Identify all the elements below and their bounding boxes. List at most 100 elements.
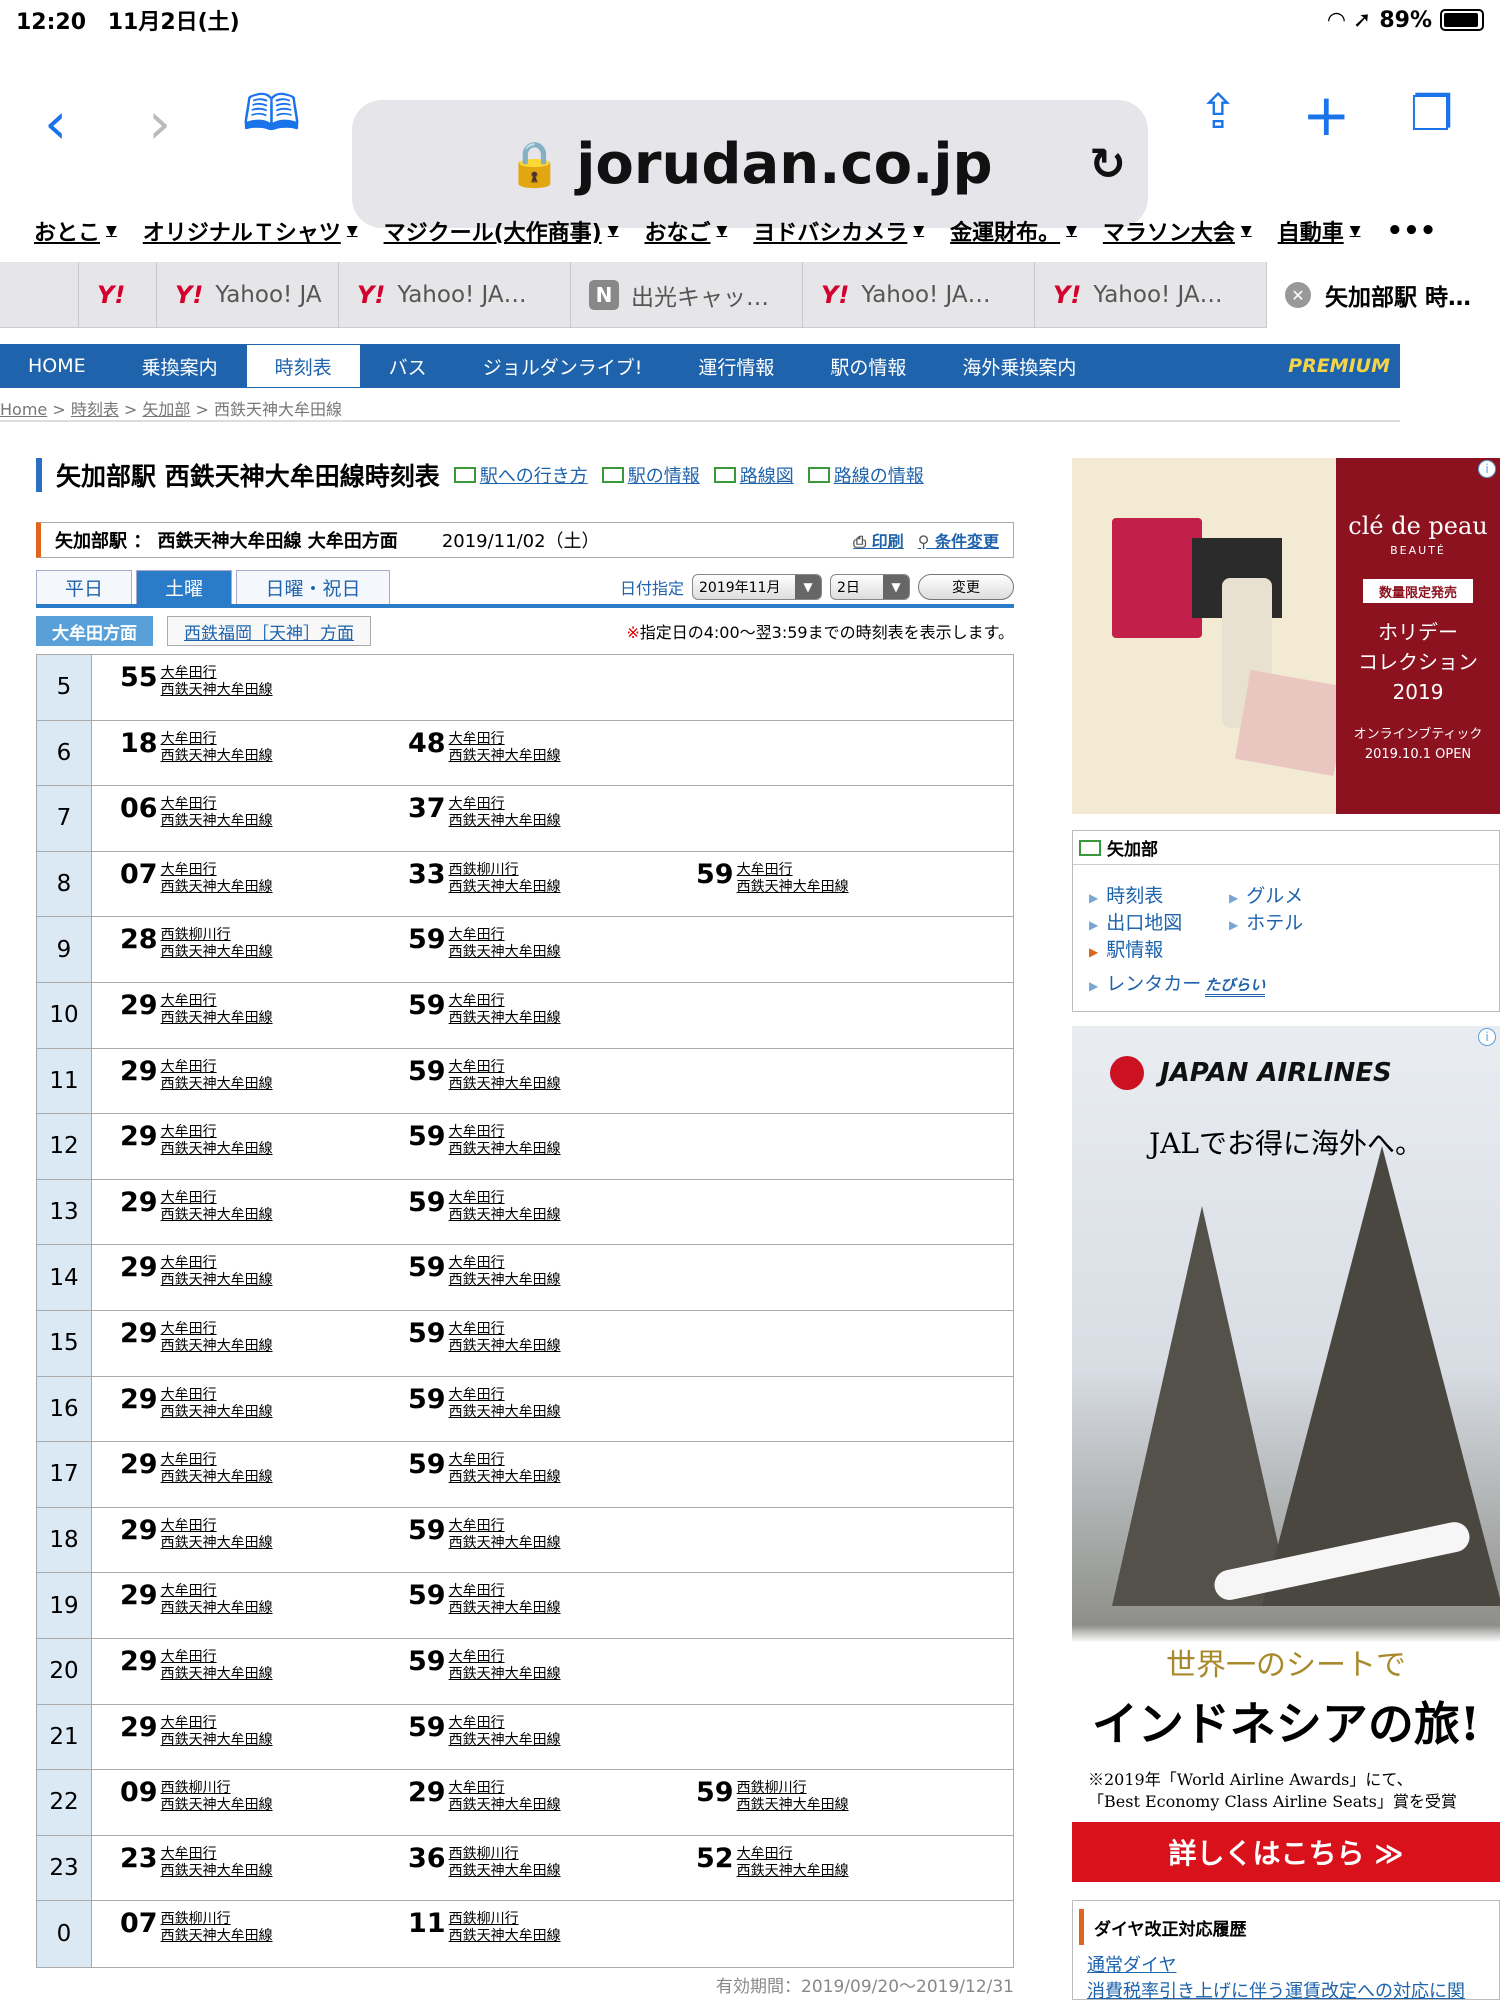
- browser-tab-active[interactable]: ✕ 矢加部駅 時…: [1266, 262, 1500, 328]
- link-exit-map[interactable]: ▶ 出口地図: [1089, 908, 1182, 935]
- departure-item[interactable]: 29 大牟田行 西鉄天神大牟田線: [408, 1779, 561, 1814]
- departure-item[interactable]: 33 西鉄柳川行 西鉄天神大牟田線: [408, 861, 561, 896]
- bookmark-item[interactable]: ヨドバシカメラ ▼: [753, 215, 924, 247]
- change-condition-link[interactable]: ⚲ 条件変更: [918, 528, 999, 552]
- direction-omuta[interactable]: 大牟田方面: [36, 616, 153, 646]
- jal-ad[interactable]: JAPAN AIRLINES JALでお得に海外へ。 世界一のシートで インドネ…: [1072, 1026, 1500, 1882]
- nav-station[interactable]: 駅の情報: [802, 344, 934, 388]
- departure-item[interactable]: 23 大牟田行 西鉄天神大牟田線: [120, 1845, 273, 1880]
- departure-item[interactable]: 28 西鉄柳川行 西鉄天神大牟田線: [120, 926, 273, 961]
- link-rental-car[interactable]: ▶ レンタカー たびらい: [1089, 969, 1266, 997]
- bookmark-item[interactable]: 金運財布。 ▼: [950, 215, 1077, 247]
- direction-fukuoka[interactable]: 西鉄福岡［天神］方面: [167, 616, 371, 646]
- month-select[interactable]: 2019年11月 ▼: [692, 574, 822, 600]
- forward-icon[interactable]: ›: [148, 94, 171, 152]
- close-icon[interactable]: ✕: [1285, 282, 1311, 308]
- browser-tab[interactable]: Y! Yahoo! JA…: [338, 262, 570, 328]
- browser-tab[interactable]: Y!: [78, 262, 156, 328]
- departure-item[interactable]: 07 西鉄柳川行 西鉄天神大牟田線: [120, 1910, 273, 1945]
- departure-item[interactable]: 36 西鉄柳川行 西鉄天神大牟田線: [408, 1845, 561, 1880]
- link-tax-revision[interactable]: 消費税率引き上げに伴う運賃改定への対応に関: [1073, 1979, 1499, 2005]
- tab-saturday[interactable]: 土曜: [136, 570, 232, 604]
- tab-sunday-holiday[interactable]: 日曜・祝日: [236, 570, 390, 604]
- ad-info-icon[interactable]: i: [1478, 1028, 1496, 1046]
- nav-live[interactable]: ジョルダンライブ!: [455, 344, 671, 388]
- bookmark-item[interactable]: マジクール(大作商事) ▼: [384, 215, 619, 247]
- link-line-info[interactable]: 路線の情報: [807, 462, 924, 488]
- departure-item[interactable]: 29 大牟田行 西鉄天神大牟田線: [120, 1582, 273, 1617]
- nav-timetable[interactable]: 時刻表: [245, 344, 361, 388]
- more-icon[interactable]: •••: [1386, 216, 1436, 246]
- departure-item[interactable]: 29 大牟田行 西鉄天神大牟田線: [120, 1058, 273, 1093]
- nav-transfer[interactable]: 乗換案内: [114, 344, 246, 388]
- departure-item[interactable]: 59 大牟田行 西鉄天神大牟田線: [408, 1123, 561, 1158]
- departure-item[interactable]: 29 大牟田行 西鉄天神大牟田線: [120, 1123, 273, 1158]
- nav-bus[interactable]: バス: [361, 344, 455, 388]
- departure-item[interactable]: 37 大牟田行 西鉄天神大牟田線: [408, 795, 561, 830]
- browser-tab[interactable]: [0, 262, 78, 328]
- ad-cta-button[interactable]: 詳しくはこちら ≫: [1072, 1822, 1500, 1882]
- breadcrumb-home[interactable]: Home: [0, 400, 47, 419]
- new-tab-icon[interactable]: +: [1302, 86, 1351, 144]
- nav-premium[interactable]: PREMIUM: [1288, 344, 1400, 388]
- departure-item[interactable]: 59 大牟田行 西鉄天神大牟田線: [408, 1189, 561, 1224]
- bookmark-item[interactable]: おなご ▼: [645, 215, 728, 247]
- share-icon[interactable]: ⇪: [1198, 88, 1238, 136]
- departure-item[interactable]: 59 大牟田行 西鉄天神大牟田線: [408, 1254, 561, 1289]
- departure-item[interactable]: 59 大牟田行 西鉄天神大牟田線: [408, 1714, 561, 1749]
- browser-tab[interactable]: Y! Yahoo! JA…: [1034, 262, 1266, 328]
- print-link[interactable]: ⎙ 印刷: [853, 528, 903, 552]
- link-normal-schedule[interactable]: 通常ダイヤ: [1073, 1953, 1499, 1979]
- link-station-info[interactable]: 駅の情報: [601, 462, 700, 488]
- bookmark-item[interactable]: おとこ ▼: [34, 215, 117, 247]
- back-icon[interactable]: ‹: [44, 94, 67, 152]
- link-hotel[interactable]: ▶ ホテル: [1229, 908, 1303, 935]
- link-gourmet[interactable]: ▶ グルメ: [1229, 881, 1303, 908]
- day-select[interactable]: 2日 ▼: [830, 574, 910, 600]
- ad-info-icon[interactable]: i: [1478, 460, 1496, 478]
- browser-tab[interactable]: Y! Yahoo! JA…: [802, 262, 1034, 328]
- bookmark-item[interactable]: 自動車 ▼: [1278, 215, 1361, 247]
- departure-item[interactable]: 07 大牟田行 西鉄天神大牟田線: [120, 861, 273, 896]
- departure-item[interactable]: 59 大牟田行 西鉄天神大牟田線: [408, 1582, 561, 1617]
- departure-item[interactable]: 29 大牟田行 西鉄天神大牟田線: [120, 1254, 273, 1289]
- change-date-button[interactable]: 変更: [918, 574, 1014, 600]
- tabs-overview-icon[interactable]: ❐: [1410, 90, 1453, 138]
- nav-operation[interactable]: 運行情報: [670, 344, 802, 388]
- link-route-map[interactable]: 路線図: [713, 462, 794, 488]
- departure-item[interactable]: 29 大牟田行 西鉄天神大牟田線: [120, 1189, 273, 1224]
- departure-item[interactable]: 59 大牟田行 西鉄天神大牟田線: [408, 1058, 561, 1093]
- breadcrumb-station[interactable]: 矢加部: [142, 400, 190, 419]
- departure-item[interactable]: 18 大牟田行 西鉄天神大牟田線: [120, 730, 273, 765]
- departure-item[interactable]: 59 大牟田行 西鉄天神大牟田線: [408, 1517, 561, 1552]
- departure-item[interactable]: 59 大牟田行 西鉄天神大牟田線: [408, 926, 561, 961]
- reload-icon[interactable]: ↻: [1089, 139, 1126, 190]
- tab-weekday[interactable]: 平日: [36, 570, 132, 604]
- breadcrumb-timetable[interactable]: 時刻表: [71, 400, 119, 419]
- browser-tab[interactable]: N 出光キャッ…: [570, 262, 802, 328]
- nav-overseas[interactable]: 海外乗換案内: [934, 344, 1104, 388]
- departure-item[interactable]: 29 大牟田行 西鉄天神大牟田線: [120, 1386, 273, 1421]
- departure-item[interactable]: 55 大牟田行 西鉄天神大牟田線: [120, 664, 273, 699]
- departure-item[interactable]: 59 大牟田行 西鉄天神大牟田線: [408, 1648, 561, 1683]
- departure-item[interactable]: 29 大牟田行 西鉄天神大牟田線: [120, 1517, 273, 1552]
- departure-item[interactable]: 59 大牟田行 西鉄天神大牟田線: [408, 992, 561, 1027]
- departure-item[interactable]: 29 大牟田行 西鉄天神大牟田線: [120, 992, 273, 1027]
- departure-item[interactable]: 29 大牟田行 西鉄天神大牟田線: [120, 1320, 273, 1355]
- departure-item[interactable]: 59 大牟田行 西鉄天神大牟田線: [408, 1320, 561, 1355]
- departure-item[interactable]: 29 大牟田行 西鉄天神大牟田線: [120, 1714, 273, 1749]
- departure-item[interactable]: 29 大牟田行 西鉄天神大牟田線: [120, 1451, 273, 1486]
- bookmark-item[interactable]: オリジナルＴシャツ ▼: [143, 215, 358, 247]
- departure-item[interactable]: 48 大牟田行 西鉄天神大牟田線: [408, 730, 561, 765]
- departure-item[interactable]: 59 西鉄柳川行 西鉄天神大牟田線: [696, 1779, 849, 1814]
- departure-item[interactable]: 59 大牟田行 西鉄天神大牟田線: [696, 861, 849, 896]
- departure-item[interactable]: 59 大牟田行 西鉄天神大牟田線: [408, 1386, 561, 1421]
- departure-item[interactable]: 11 西鉄柳川行 西鉄天神大牟田線: [408, 1910, 561, 1945]
- link-access[interactable]: 駅への行き方: [453, 462, 588, 488]
- browser-tab[interactable]: Y! Yahoo! JA: [156, 262, 338, 328]
- link-timetable[interactable]: ▶ 時刻表: [1089, 881, 1163, 908]
- departure-item[interactable]: 52 大牟田行 西鉄天神大牟田線: [696, 1845, 849, 1880]
- bookmarks-icon[interactable]: 🕮: [242, 88, 301, 138]
- cosmetics-ad[interactable]: clé de peau BEAUTÉ 数量限定発売 ホリデー コレクション 2019…: [1072, 458, 1500, 814]
- nav-home[interactable]: HOME: [0, 344, 114, 388]
